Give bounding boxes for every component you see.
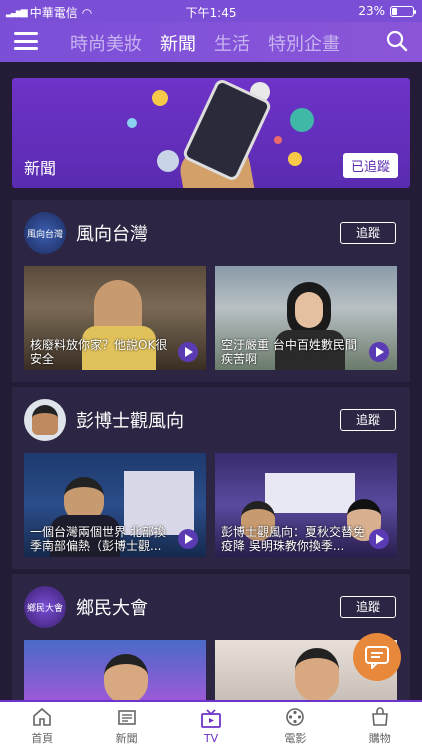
channel-header: 鄉民大會 鄉民大會 [24,586,148,628]
bottom-tab-film[interactable]: 電影 [260,706,330,746]
shopping-bag-icon [371,707,388,726]
avatar-text: 鄉民大會 [26,603,63,614]
bottom-tab-label: TV [203,731,219,745]
battery-icon [390,5,416,17]
bottom-tab-label: 電影 [284,732,307,745]
bottom-tab-label: 購物 [368,732,391,745]
video-caption: 空汙嚴重 台中百姓數民間疾苦啊 [221,338,357,366]
channel-title[interactable]: 彭博士觀風向 [76,407,184,433]
news-icon [117,710,136,725]
banner-decoration [274,136,282,144]
channel-avatar[interactable]: 風向台灣 [24,212,66,254]
video-thumbnail[interactable]: 空汙嚴重 台中百姓數民間疾苦啊 [215,266,397,370]
battery-label: 23% [358,4,385,18]
banner-title: 新聞 [24,159,57,178]
follow-button[interactable]: 追蹤 [340,596,396,618]
home-icon [33,707,51,726]
banner-decoration [157,150,179,172]
bottom-tab-label: 首頁 [31,732,54,745]
channel-header: 風向台灣 風向台灣 [24,212,148,254]
video-thumbnail[interactable] [24,640,206,700]
top-nav: 時尚美妝 新聞 生活 特別企畫 [0,22,422,62]
bottom-tab-home[interactable]: 首頁 [7,706,77,746]
channel-avatar[interactable]: 鄉民大會 [24,586,66,628]
chat-icon [365,646,389,669]
battery-group: 23% [358,4,416,18]
video-thumbnail[interactable]: 彭博士觀風向：夏秋交替免疫降 吳明珠教你換季... [215,453,397,557]
avatar-text: 風向台灣 [26,229,63,240]
channel-title[interactable]: 風向台灣 [76,220,148,246]
tab-fashion-beauty[interactable]: 時尚美妝 [70,30,142,56]
video-thumbnail[interactable]: 核廢料放你家？他說OK很安全 [24,266,206,370]
chat-button[interactable] [353,633,401,681]
followed-button[interactable]: 已追蹤 [342,153,398,178]
video-caption: 核廢料放你家？他說OK很安全 [30,338,168,366]
menu-icon[interactable] [14,32,38,50]
channel-header: 彭博士觀風向 [24,399,184,441]
film-icon [286,708,305,726]
bottom-tab-bar: 首頁 新聞 TV 電影 購物 [0,700,422,750]
banner-decoration [127,118,137,128]
status-bar: ▂▃▅▆ 中華電信 ◠ 下午1:45 23% [0,0,422,22]
follow-button[interactable]: 追蹤 [340,222,396,244]
channel-section: 風向台灣 風向台灣 追蹤 核廢料放你家？他說OK很安全 空汙嚴重 台中百姓數民間… [12,200,410,382]
news-banner[interactable]: 新聞 已追蹤 [12,78,410,188]
video-caption: 一個台灣兩個世界 北部換季南部偏熱（彭博士觀... [30,525,166,553]
tab-news[interactable]: 新聞 [160,30,196,56]
play-icon[interactable] [369,529,389,549]
channel-title[interactable]: 鄉民大會 [76,594,148,620]
tab-life[interactable]: 生活 [214,30,250,56]
bottom-tab-shopping[interactable]: 購物 [345,706,415,746]
play-icon[interactable] [178,529,198,549]
banner-decoration [288,152,302,166]
video-thumbnail[interactable]: 一個台灣兩個世界 北部換季南部偏熱（彭博士觀... [24,453,206,557]
bottom-tab-label: 新聞 [115,732,138,745]
bottom-tab-tv[interactable]: TV [176,708,246,745]
category-tabs: 時尚美妝 新聞 生活 特別企畫 [70,30,340,56]
banner-decoration [152,90,168,106]
bottom-tab-news[interactable]: 新聞 [92,706,162,746]
video-caption: 彭博士觀風向：夏秋交替免疫降 吳明珠教你換季... [221,525,366,553]
channel-section: 鄉民大會 鄉民大會 追蹤 [12,574,410,700]
follow-button[interactable]: 追蹤 [340,409,396,431]
play-icon[interactable] [369,342,389,362]
play-icon[interactable] [178,342,198,362]
tv-icon [201,708,221,728]
tab-special[interactable]: 特別企畫 [268,30,340,56]
banner-decoration [290,108,314,132]
channel-avatar[interactable] [24,399,66,441]
search-icon[interactable] [386,30,408,52]
channel-section: 彭博士觀風向 追蹤 一個台灣兩個世界 北部換季南部偏熱（彭博士觀... 彭博士觀… [12,387,410,569]
